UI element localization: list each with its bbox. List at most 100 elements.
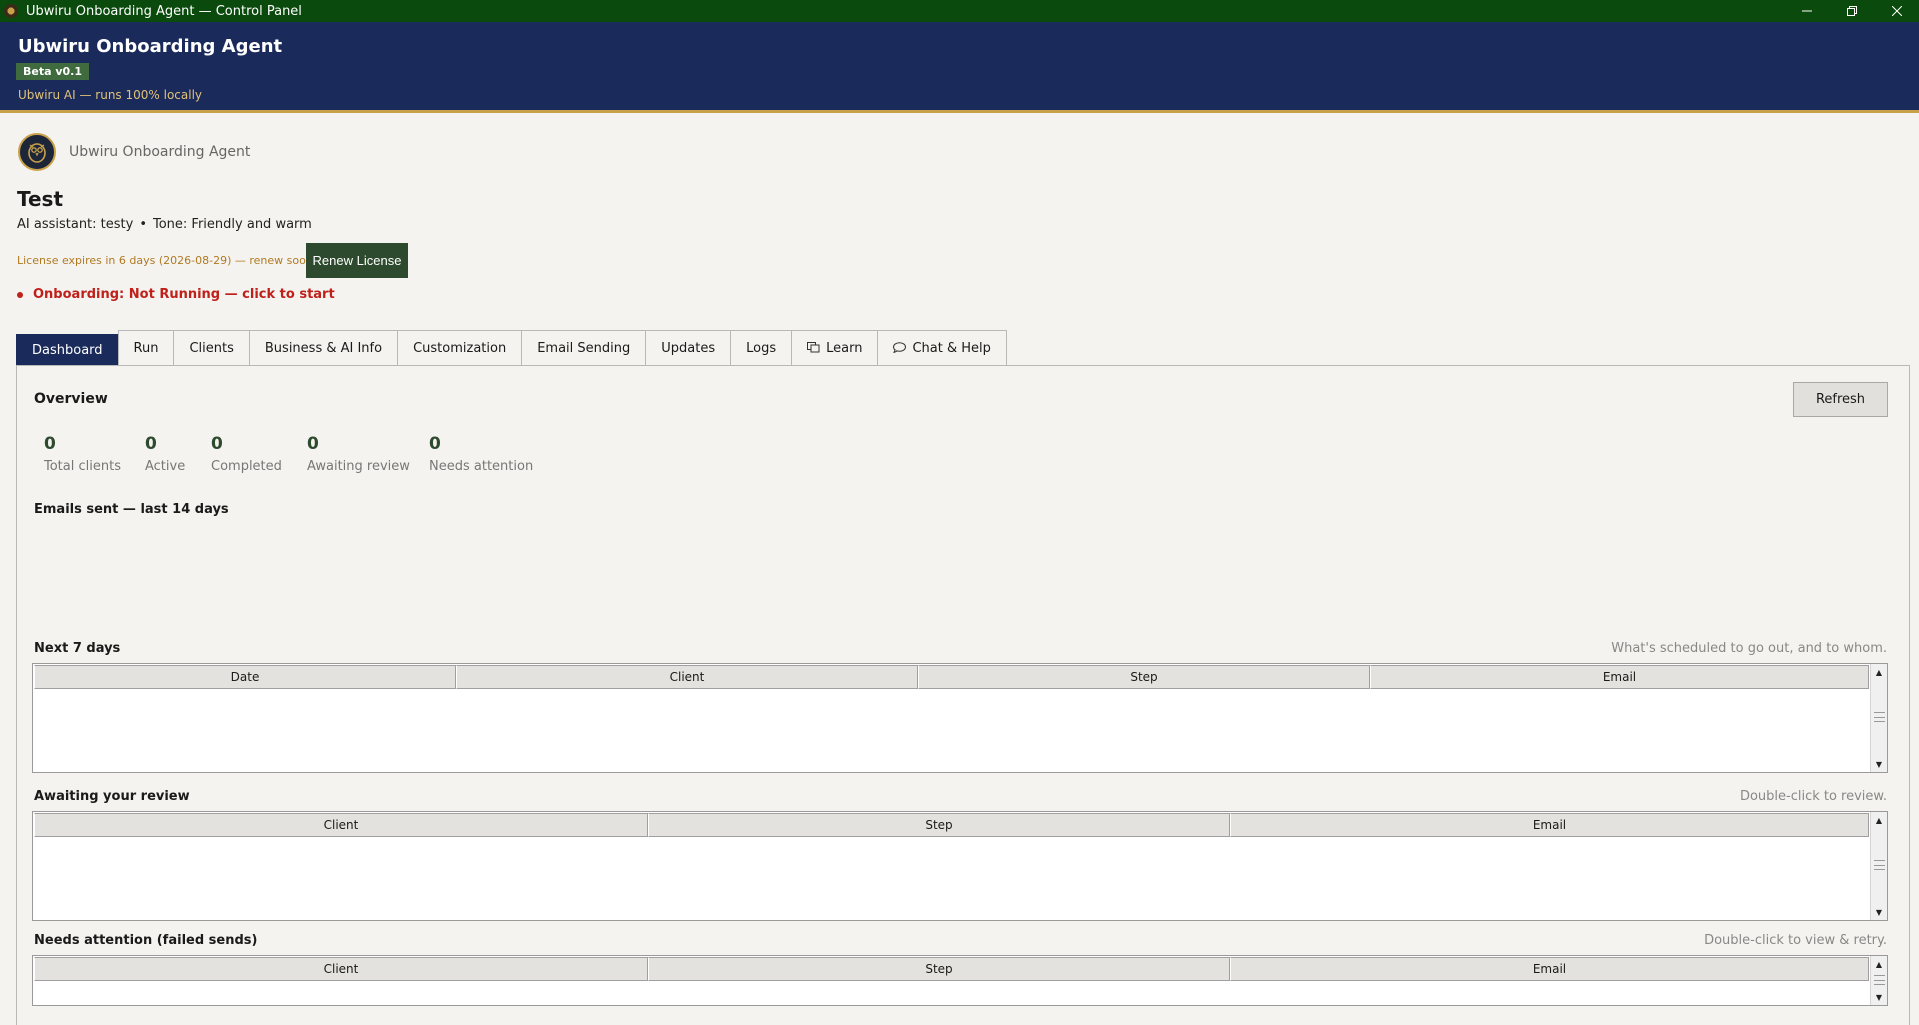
main-tabs: Dashboard Run Clients Business & AI Info… xyxy=(16,329,1007,366)
assistant-name: AI assistant: testy xyxy=(17,217,134,232)
restore-button[interactable] xyxy=(1829,0,1874,22)
tab-label: Updates xyxy=(661,341,716,356)
stat-label: Total clients xyxy=(44,459,121,474)
stat-completed: 0 Completed xyxy=(211,434,282,474)
stat-needs-attention: 0 Needs attention xyxy=(429,434,533,474)
version-badge: Beta v0.1 xyxy=(16,63,90,80)
tab-dashboard[interactable]: Dashboard xyxy=(16,334,119,366)
stat-label: Needs attention xyxy=(429,459,534,474)
column-header-step[interactable]: Step xyxy=(648,813,1230,837)
stat-value: 0 xyxy=(44,434,56,454)
stat-value: 0 xyxy=(211,434,223,454)
next7-title: Next 7 days xyxy=(34,641,121,656)
stat-awaiting-review: 0 Awaiting review xyxy=(307,434,410,474)
window-title: Ubwiru Onboarding Agent — Control Panel xyxy=(26,3,302,19)
next7-hint: What's scheduled to go out, and to whom. xyxy=(1611,641,1887,656)
tab-learn[interactable]: Learn xyxy=(791,330,879,366)
tab-updates[interactable]: Updates xyxy=(645,330,732,366)
vertical-scrollbar[interactable]: ▲ ▼ xyxy=(1870,956,1887,1005)
scroll-up-icon[interactable]: ▲ xyxy=(1871,957,1887,971)
stat-label: Active xyxy=(145,459,186,474)
license-expiry-warning: License expires in 6 days (2026-08-29) —… xyxy=(17,254,313,267)
app-header: Ubwiru Onboarding Agent Beta v0.1 Ubwiru… xyxy=(0,22,1919,113)
tab-label: Run xyxy=(133,341,159,356)
table-header: Date Client Step Email xyxy=(34,665,1869,689)
table-header: Client Step Email xyxy=(34,813,1869,837)
scroll-thumb[interactable] xyxy=(1874,975,1885,985)
tab-label: Learn xyxy=(826,341,863,356)
scroll-up-icon[interactable]: ▲ xyxy=(1871,813,1887,827)
agent-tone: Tone: Friendly and warm xyxy=(153,217,312,232)
stat-value: 0 xyxy=(145,434,157,454)
scroll-thumb[interactable] xyxy=(1874,860,1885,870)
tab-business-ai-info[interactable]: Business & AI Info xyxy=(248,330,399,366)
tab-label: Chat & Help xyxy=(912,341,991,356)
scroll-down-icon[interactable]: ▼ xyxy=(1871,990,1887,1004)
column-header-email[interactable]: Email xyxy=(1370,665,1869,689)
column-header-email[interactable]: Email xyxy=(1230,813,1869,837)
awaiting-review-table[interactable]: Client Step Email ▲ ▼ xyxy=(32,811,1888,921)
tab-chat-help[interactable]: Chat & Help xyxy=(877,330,1007,366)
agent-name: Test xyxy=(17,187,64,211)
column-header-date[interactable]: Date xyxy=(34,665,456,689)
refresh-button[interactable]: Refresh xyxy=(1793,382,1888,417)
window-titlebar[interactable]: Ubwiru Onboarding Agent — Control Panel xyxy=(0,0,1919,22)
stat-value: 0 xyxy=(307,434,319,454)
renew-license-button[interactable]: Renew License xyxy=(306,243,408,278)
tab-label: Clients xyxy=(189,341,234,356)
attention-title: Needs attention (failed sends) xyxy=(34,933,258,948)
stat-active: 0 Active xyxy=(145,434,185,474)
column-header-step[interactable]: Step xyxy=(648,957,1230,981)
app-icon xyxy=(4,4,18,18)
owl-logo-icon xyxy=(18,133,56,171)
scroll-thumb[interactable] xyxy=(1874,712,1885,722)
close-button[interactable] xyxy=(1874,0,1919,22)
column-header-email[interactable]: Email xyxy=(1230,957,1869,981)
minimize-icon xyxy=(1801,10,1812,12)
window-controls xyxy=(1784,0,1919,22)
agent-meta: AI assistant: testy • Tone: Friendly and w… xyxy=(17,217,312,232)
stat-label: Awaiting review xyxy=(307,459,410,474)
column-header-client[interactable]: Client xyxy=(34,813,648,837)
minimize-button[interactable] xyxy=(1784,0,1829,22)
stat-value: 0 xyxy=(429,434,441,454)
tab-run[interactable]: Run xyxy=(117,330,175,366)
meta-separator: • xyxy=(139,217,147,232)
status-dot-icon xyxy=(17,291,23,298)
chat-bubble-icon xyxy=(893,341,907,356)
column-header-step[interactable]: Step xyxy=(918,665,1370,689)
awaiting-title: Awaiting your review xyxy=(34,789,190,804)
emails-chart-title: Emails sent — last 14 days xyxy=(34,502,229,517)
tab-clients[interactable]: Clients xyxy=(173,330,250,366)
tab-label: Email Sending xyxy=(537,341,631,356)
onboarding-status-text: Onboarding: Not Running — click to start xyxy=(33,287,335,302)
scroll-down-icon[interactable]: ▼ xyxy=(1871,905,1887,919)
column-header-client[interactable]: Client xyxy=(34,957,648,981)
stat-total-clients: 0 Total clients xyxy=(44,434,121,474)
tab-label: Business & AI Info xyxy=(264,341,383,356)
tab-logs[interactable]: Logs xyxy=(730,330,793,366)
restore-icon xyxy=(1846,6,1857,16)
book-icon xyxy=(807,341,820,356)
awaiting-hint: Double-click to review. xyxy=(1739,789,1887,804)
onboarding-status-toggle[interactable]: Onboarding: Not Running — click to start xyxy=(17,287,335,302)
tab-label: Customization xyxy=(413,341,507,356)
needs-attention-table[interactable]: Client Step Email ▲ ▼ xyxy=(32,955,1888,1006)
stat-label: Completed xyxy=(211,459,282,474)
next7-table[interactable]: Date Client Step Email ▲ ▼ xyxy=(32,663,1888,773)
brand-name: Ubwiru Onboarding Agent xyxy=(69,144,251,160)
tab-label: Dashboard xyxy=(32,343,103,358)
scroll-up-icon[interactable]: ▲ xyxy=(1871,665,1887,679)
overview-title: Overview xyxy=(34,391,108,407)
scroll-down-icon[interactable]: ▼ xyxy=(1871,757,1887,771)
tab-email-sending[interactable]: Email Sending xyxy=(521,330,647,366)
header-subtitle: Ubwiru AI — runs 100% locally xyxy=(18,88,203,102)
vertical-scrollbar[interactable]: ▲ ▼ xyxy=(1870,812,1887,920)
table-header: Client Step Email xyxy=(34,957,1869,981)
column-header-client[interactable]: Client xyxy=(456,665,918,689)
vertical-scrollbar[interactable]: ▲ ▼ xyxy=(1870,664,1887,772)
close-icon xyxy=(1891,6,1902,16)
tab-label: Logs xyxy=(746,341,777,356)
header-title: Ubwiru Onboarding Agent xyxy=(18,36,283,57)
tab-customization[interactable]: Customization xyxy=(397,330,523,366)
